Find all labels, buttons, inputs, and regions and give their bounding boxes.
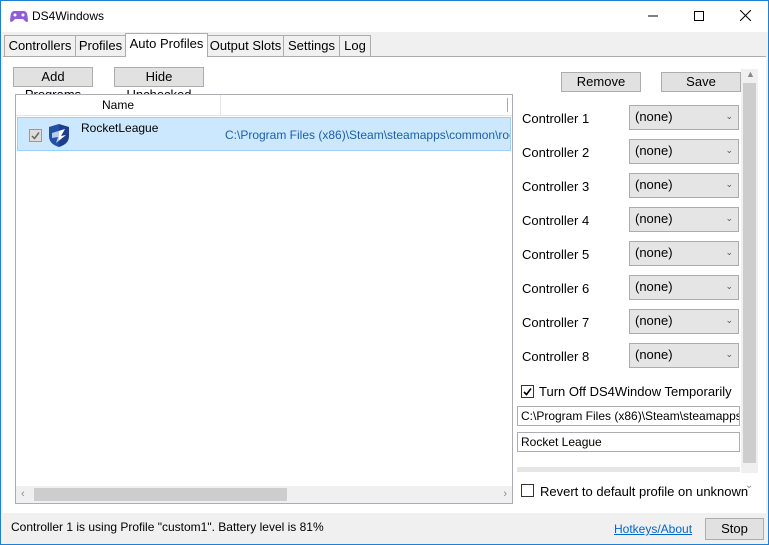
tab-controllers[interactable]: Controllers bbox=[4, 35, 76, 56]
controller-4-profile-select[interactable]: (none) ⌄ bbox=[629, 207, 739, 232]
gamepad-icon bbox=[10, 9, 28, 23]
vertical-scroll-thumb[interactable] bbox=[743, 83, 756, 463]
tab-auto-profiles[interactable]: Auto Profiles bbox=[125, 33, 208, 57]
app-window: DS4Windows Controllers Profiles Auto Pro… bbox=[0, 0, 769, 545]
column-header-name[interactable]: Name bbox=[16, 95, 221, 115]
chevron-down-icon: ⌄ bbox=[725, 213, 733, 223]
auto-profiles-panel: Add Programs Hide Unchecked Name bbox=[3, 56, 766, 514]
scroll-right-icon[interactable]: › bbox=[503, 488, 507, 500]
program-path-field[interactable]: C:\Program Files (x86)\Steam\steamapps\ bbox=[517, 406, 740, 426]
controller-3-profile-select[interactable]: (none) ⌄ bbox=[629, 173, 739, 198]
save-button[interactable]: Save bbox=[661, 72, 741, 92]
list-header: Name bbox=[16, 95, 512, 116]
controller-1-profile-select[interactable]: (none) ⌄ bbox=[629, 105, 739, 130]
close-button[interactable] bbox=[722, 1, 768, 32]
controller-6-label: Controller 6 bbox=[522, 281, 590, 296]
turn-off-label: Turn Off DS4Window Temporarily bbox=[539, 384, 732, 399]
maximize-button[interactable] bbox=[676, 1, 722, 32]
tab-log[interactable]: Log bbox=[339, 35, 371, 56]
controller-8-profile-select[interactable]: (none) ⌄ bbox=[629, 343, 739, 368]
controller-2-label: Controller 2 bbox=[522, 145, 590, 160]
program-path: C:\Program Files (x86)\Steam\steamapps\c… bbox=[225, 128, 510, 142]
add-programs-button[interactable]: Add Programs bbox=[13, 67, 93, 102]
chevron-down-icon: ⌄ bbox=[725, 281, 733, 291]
hide-unchecked-button[interactable]: Hide Unchecked bbox=[114, 67, 204, 102]
program-checkbox[interactable] bbox=[29, 129, 42, 142]
controller-7-label: Controller 7 bbox=[522, 315, 590, 330]
scroll-up-icon[interactable]: ▲ bbox=[746, 69, 755, 79]
chevron-down-icon: ⌄ bbox=[725, 315, 733, 325]
separator bbox=[517, 467, 740, 472]
chevron-down-icon: ⌄ bbox=[725, 349, 733, 359]
maximize-icon bbox=[694, 10, 704, 24]
hotkeys-about-link[interactable]: Hotkeys/About bbox=[614, 522, 692, 536]
tab-profiles[interactable]: Profiles bbox=[75, 35, 126, 56]
chevron-down-icon: ⌄ bbox=[725, 179, 733, 189]
close-icon bbox=[739, 9, 751, 24]
controller-6-profile-select[interactable]: (none) ⌄ bbox=[629, 275, 739, 300]
window-title: DS4Windows bbox=[32, 9, 105, 23]
minimize-icon bbox=[648, 10, 658, 24]
chevron-down-icon: ⌄ bbox=[725, 111, 733, 121]
program-row[interactable]: RocketLeague C:\Program Files (x86)\Stea… bbox=[17, 117, 511, 151]
controller-5-label: Controller 5 bbox=[522, 247, 590, 262]
horizontal-scrollbar[interactable]: ‹ › bbox=[16, 486, 512, 503]
controller-1-label: Controller 1 bbox=[522, 111, 590, 126]
chevron-down-icon: ⌄ bbox=[725, 247, 733, 257]
minimize-button[interactable] bbox=[630, 1, 676, 32]
profile-settings-panel: Remove Save Controller 1 (none) ⌄ Control… bbox=[511, 57, 766, 514]
controller-8-label: Controller 8 bbox=[522, 349, 590, 364]
rocket-league-icon bbox=[45, 121, 73, 149]
controller-5-profile-select[interactable]: (none) ⌄ bbox=[629, 241, 739, 266]
status-text: Controller 1 is using Profile "custom1".… bbox=[11, 520, 324, 534]
program-title-field[interactable]: Rocket League bbox=[517, 432, 740, 452]
revert-default-label: Revert to default profile on unknown bbox=[540, 484, 749, 499]
controller-2-profile-select[interactable]: (none) ⌄ bbox=[629, 139, 739, 164]
title-bar[interactable]: DS4Windows bbox=[1, 1, 768, 32]
program-name: RocketLeague bbox=[81, 121, 159, 135]
column-divider bbox=[507, 98, 508, 112]
chevron-down-icon: ⌄ bbox=[725, 145, 733, 155]
tab-strip: Controllers Profiles Auto Profiles Outpu… bbox=[1, 32, 768, 57]
controller-7-profile-select[interactable]: (none) ⌄ bbox=[629, 309, 739, 334]
remove-button[interactable]: Remove bbox=[561, 72, 641, 92]
scroll-left-icon[interactable]: ‹ bbox=[21, 488, 25, 500]
turn-off-checkbox[interactable] bbox=[521, 385, 534, 398]
controller-4-label: Controller 4 bbox=[522, 213, 590, 228]
stop-button[interactable]: Stop bbox=[705, 518, 764, 540]
controller-3-label: Controller 3 bbox=[522, 179, 590, 194]
revert-default-checkbox[interactable] bbox=[521, 484, 534, 497]
tab-output-slots[interactable]: Output Slots bbox=[207, 35, 284, 56]
programs-list[interactable]: Name RocketLeague C:\Program Files (x86)… bbox=[15, 94, 513, 504]
horizontal-scroll-thumb[interactable] bbox=[34, 488, 287, 501]
tab-settings[interactable]: Settings bbox=[283, 35, 340, 56]
vertical-scrollbar[interactable]: ▲ ⌄ bbox=[741, 69, 758, 491]
status-bar: Controller 1 is using Profile "custom1".… bbox=[1, 513, 768, 544]
